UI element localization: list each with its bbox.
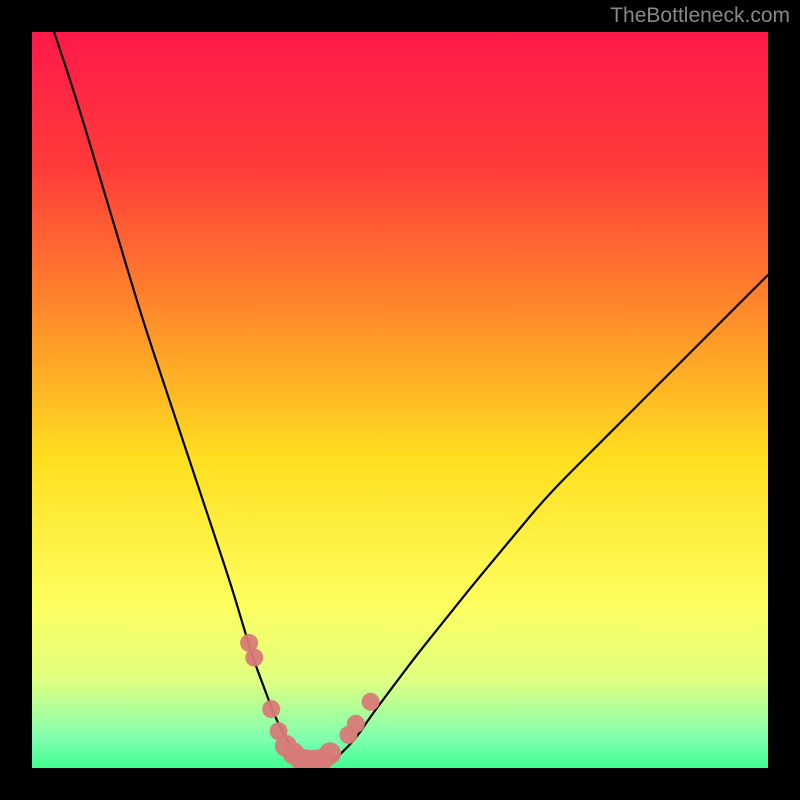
marker-point (245, 649, 263, 667)
marker-point (319, 742, 341, 764)
marker-point (362, 693, 380, 711)
gradient-background (32, 32, 768, 768)
marker-point (262, 700, 280, 718)
chart-container: TheBottleneck.com (0, 0, 800, 800)
watermark-text: TheBottleneck.com (610, 4, 790, 28)
plot-area (32, 32, 768, 768)
chart-svg (32, 32, 768, 768)
marker-point (347, 715, 365, 733)
